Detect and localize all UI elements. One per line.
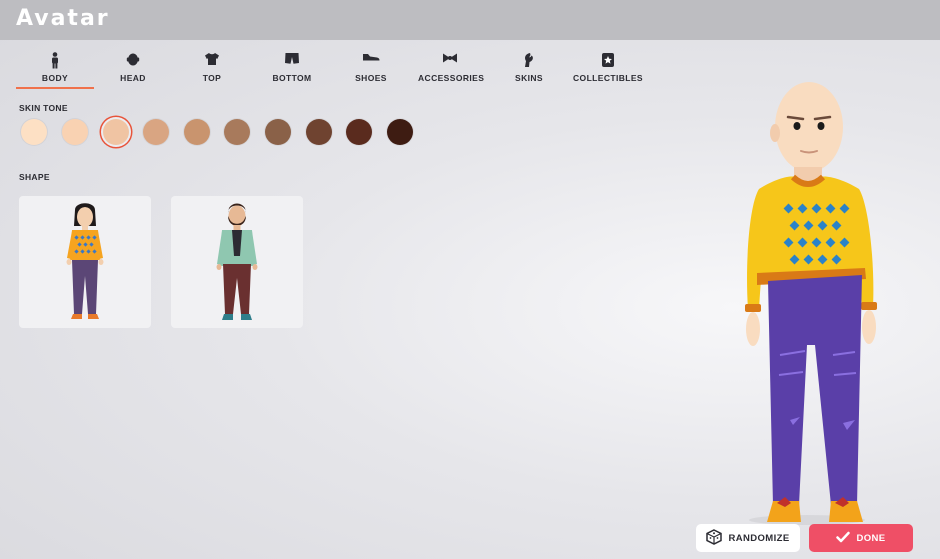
tab-label: TOP	[202, 73, 222, 83]
bow-icon	[418, 52, 482, 70]
skin-tone-swatch[interactable]	[143, 119, 169, 145]
tab-collectibles[interactable]: COLLECTIBLES	[572, 50, 644, 86]
head-icon	[104, 52, 162, 70]
randomize-label: RANDOMIZE	[728, 532, 790, 544]
shorts-icon	[262, 52, 322, 70]
tab-label: HEAD	[120, 73, 146, 83]
randomize-button[interactable]: RANDOMIZE	[696, 524, 800, 552]
shoe-icon	[342, 52, 400, 70]
tab-label: SHOES	[355, 73, 387, 83]
skin-tone-swatch[interactable]	[224, 119, 250, 145]
title-bar: Avatar	[0, 0, 940, 40]
feminine-body-preview	[66, 203, 104, 319]
tab-body[interactable]: BODY	[16, 50, 94, 89]
skin-tone-swatch[interactable]	[184, 119, 210, 145]
tshirt-icon	[182, 52, 242, 70]
checkmark-icon	[836, 531, 851, 546]
page-title: Avatar	[16, 6, 110, 31]
skin-tone-swatch[interactable]	[387, 119, 413, 145]
avatar-preview	[735, 75, 903, 530]
skin-tone-swatch[interactable]	[62, 119, 88, 145]
tab-label: ACCESSORIES	[418, 73, 485, 83]
dice-icon	[706, 528, 723, 548]
skin-tone-label: SKIN TONE	[19, 103, 68, 113]
tab-accessories[interactable]: ACCESSORIES	[418, 50, 485, 86]
tab-shoes[interactable]: SHOES	[342, 50, 400, 86]
tab-bottom[interactable]: BOTTOM	[262, 50, 322, 86]
skin-tone-swatch[interactable]	[346, 119, 372, 145]
tab-top[interactable]: TOP	[182, 50, 242, 86]
skin-icon	[502, 52, 556, 70]
tab-head[interactable]: HEAD	[104, 50, 162, 86]
body-icon	[16, 52, 94, 70]
done-label: DONE	[856, 532, 886, 544]
tab-label: BOTTOM	[272, 73, 312, 83]
star-card-icon	[572, 52, 644, 70]
masculine-body-preview	[216, 203, 258, 320]
tab-skins[interactable]: SKINS	[502, 50, 556, 86]
skin-tone-swatch[interactable]	[265, 119, 291, 145]
tab-label: SKINS	[515, 73, 543, 83]
shape-option-masculine[interactable]	[171, 196, 303, 328]
skin-tone-swatch[interactable]	[21, 119, 47, 145]
skin-tone-swatch[interactable]	[103, 119, 129, 145]
tab-label: COLLECTIBLES	[573, 73, 643, 83]
done-button[interactable]: DONE	[809, 524, 913, 552]
shape-label: SHAPE	[19, 172, 50, 182]
skin-tone-swatch[interactable]	[306, 119, 332, 145]
tab-label: BODY	[41, 73, 69, 83]
shape-option-feminine[interactable]	[19, 196, 151, 328]
